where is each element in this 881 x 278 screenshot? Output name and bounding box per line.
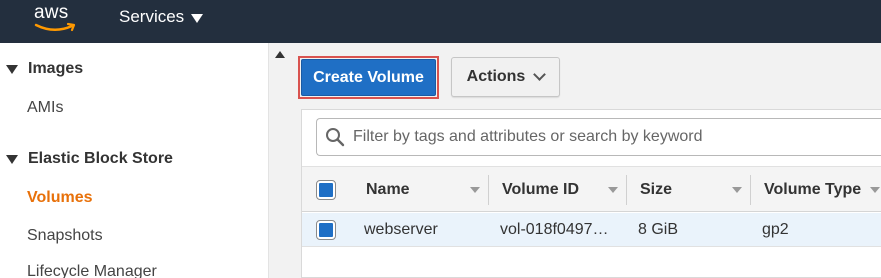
sidebar-splitter[interactable] — [268, 43, 290, 278]
caret-down-icon — [191, 13, 204, 23]
actions-label: Actions — [466, 68, 526, 85]
services-label: Services — [119, 7, 185, 26]
aws-smile-icon — [34, 22, 76, 32]
sidebar-section-label: Images — [28, 60, 84, 77]
column-header-label: Volume ID — [502, 181, 580, 198]
column-header-label: Name — [366, 181, 410, 198]
scroll-up-icon[interactable] — [275, 51, 285, 58]
cell-name: webserver — [364, 221, 438, 238]
search-icon — [326, 128, 345, 147]
cell-volume-type: gp2 — [762, 221, 789, 238]
cell-size: 8 GiB — [638, 221, 679, 238]
volumes-table: Name Volume ID Size Volume Type webserve… — [301, 109, 881, 278]
triangle-down-icon — [6, 154, 18, 164]
column-header-name[interactable]: Name — [366, 167, 488, 213]
sidebar-section-label: Elastic Block Store — [28, 150, 173, 167]
aws-logo[interactable]: aws — [34, 2, 84, 34]
sort-caret-icon[interactable] — [608, 187, 618, 193]
column-header-volume-type[interactable]: Volume Type — [764, 167, 881, 213]
row-checkbox[interactable] — [316, 220, 336, 240]
top-nav-bar: aws Services — [0, 0, 881, 43]
column-header-label: Volume Type — [764, 181, 862, 198]
column-header-label: Size — [640, 181, 673, 198]
main-content: Create Volume Actions Name Volume ID — [290, 43, 881, 278]
create-volume-highlight: Create Volume — [298, 56, 439, 99]
column-divider[interactable] — [488, 175, 489, 205]
sort-caret-icon[interactable] — [470, 187, 480, 193]
sidebar-section-images[interactable]: Images — [6, 60, 83, 78]
chevron-down-icon — [533, 68, 547, 81]
sidebar-item-amis[interactable]: AMIs — [27, 99, 63, 117]
column-header-size[interactable]: Size — [640, 167, 758, 213]
create-volume-button[interactable]: Create Volume — [301, 59, 436, 96]
sidebar-item-volumes[interactable]: Volumes — [27, 189, 93, 207]
aws-logo-text: aws — [34, 2, 69, 23]
cell-volume-id: vol-018f0497… — [500, 221, 609, 238]
sidebar: Images AMIs Elastic Block Store Volumes … — [0, 43, 268, 278]
search-bar[interactable] — [316, 118, 881, 156]
column-header-volume-id[interactable]: Volume ID — [502, 167, 626, 213]
actions-button[interactable]: Actions — [451, 57, 560, 97]
search-input[interactable] — [353, 128, 873, 146]
column-divider[interactable] — [626, 175, 627, 205]
sort-caret-icon[interactable] — [870, 187, 880, 193]
table-header: Name Volume ID Size Volume Type — [302, 166, 881, 212]
services-menu[interactable]: Services — [119, 7, 204, 27]
column-divider[interactable] — [750, 175, 751, 205]
sidebar-section-elastic-block-store[interactable]: Elastic Block Store — [6, 150, 173, 168]
sort-caret-icon[interactable] — [732, 187, 742, 193]
table-row[interactable]: webserver vol-018f0497… 8 GiB gp2 — [302, 213, 881, 247]
triangle-down-icon — [6, 64, 18, 74]
sidebar-item-snapshots[interactable]: Snapshots — [27, 227, 103, 245]
select-all-checkbox[interactable] — [316, 180, 336, 200]
sidebar-item-lifecycle-manager[interactable]: Lifecycle Manager — [27, 263, 157, 278]
